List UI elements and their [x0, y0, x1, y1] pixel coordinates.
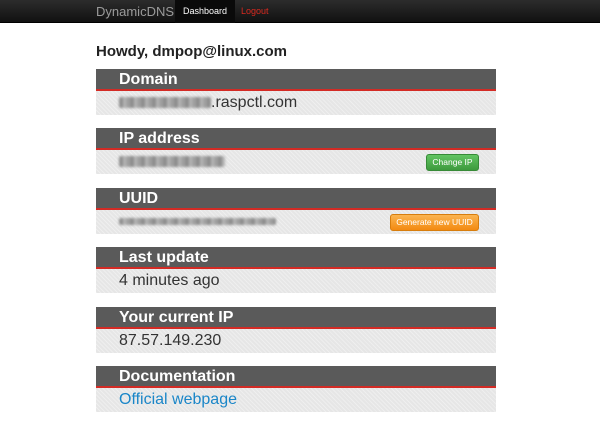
greeting-heading: Howdy, dmpop@linux.com	[96, 43, 288, 60]
documentation-header: Documentation	[96, 366, 496, 388]
generate-uuid-button[interactable]: Generate new UUID	[390, 214, 479, 231]
redacted-ip-address	[119, 156, 225, 168]
domain-body: .raspctl.com	[96, 91, 496, 115]
top-navbar: DynamicDNS Dashboard Logout	[0, 0, 600, 23]
uuid-body: Generate new UUID	[96, 210, 496, 234]
domain-section: Domain .raspctl.com	[96, 69, 496, 115]
redacted-subdomain	[119, 97, 211, 109]
brand-logo[interactable]: DynamicDNS	[96, 4, 174, 19]
uuid-header: UUID	[96, 188, 496, 210]
change-ip-button[interactable]: Change IP	[426, 154, 479, 171]
redacted-uuid	[119, 218, 276, 226]
current-ip-section: Your current IP 87.57.149.230	[96, 307, 496, 353]
last-update-body: 4 minutes ago	[96, 269, 496, 293]
ip-address-body: Change IP	[96, 150, 496, 174]
current-ip-body: 87.57.149.230	[96, 329, 496, 353]
current-ip-header: Your current IP	[96, 307, 496, 329]
ip-address-section: IP address Change IP	[96, 128, 496, 174]
last-update-section: Last update 4 minutes ago	[96, 247, 496, 293]
documentation-body: Official webpage	[96, 388, 496, 412]
nav-logout-link[interactable]: Logout	[233, 0, 277, 23]
documentation-section: Documentation Official webpage	[96, 366, 496, 412]
ip-address-header: IP address	[96, 128, 496, 150]
last-update-value: 4 minutes ago	[119, 272, 220, 289]
uuid-section: UUID Generate new UUID	[96, 188, 496, 234]
nav-dashboard-link[interactable]: Dashboard	[175, 0, 236, 23]
last-update-header: Last update	[96, 247, 496, 269]
domain-header: Domain	[96, 69, 496, 91]
current-ip-value: 87.57.149.230	[119, 332, 222, 349]
official-webpage-link[interactable]: Official webpage	[119, 391, 237, 408]
domain-suffix: .raspctl.com	[211, 94, 298, 111]
